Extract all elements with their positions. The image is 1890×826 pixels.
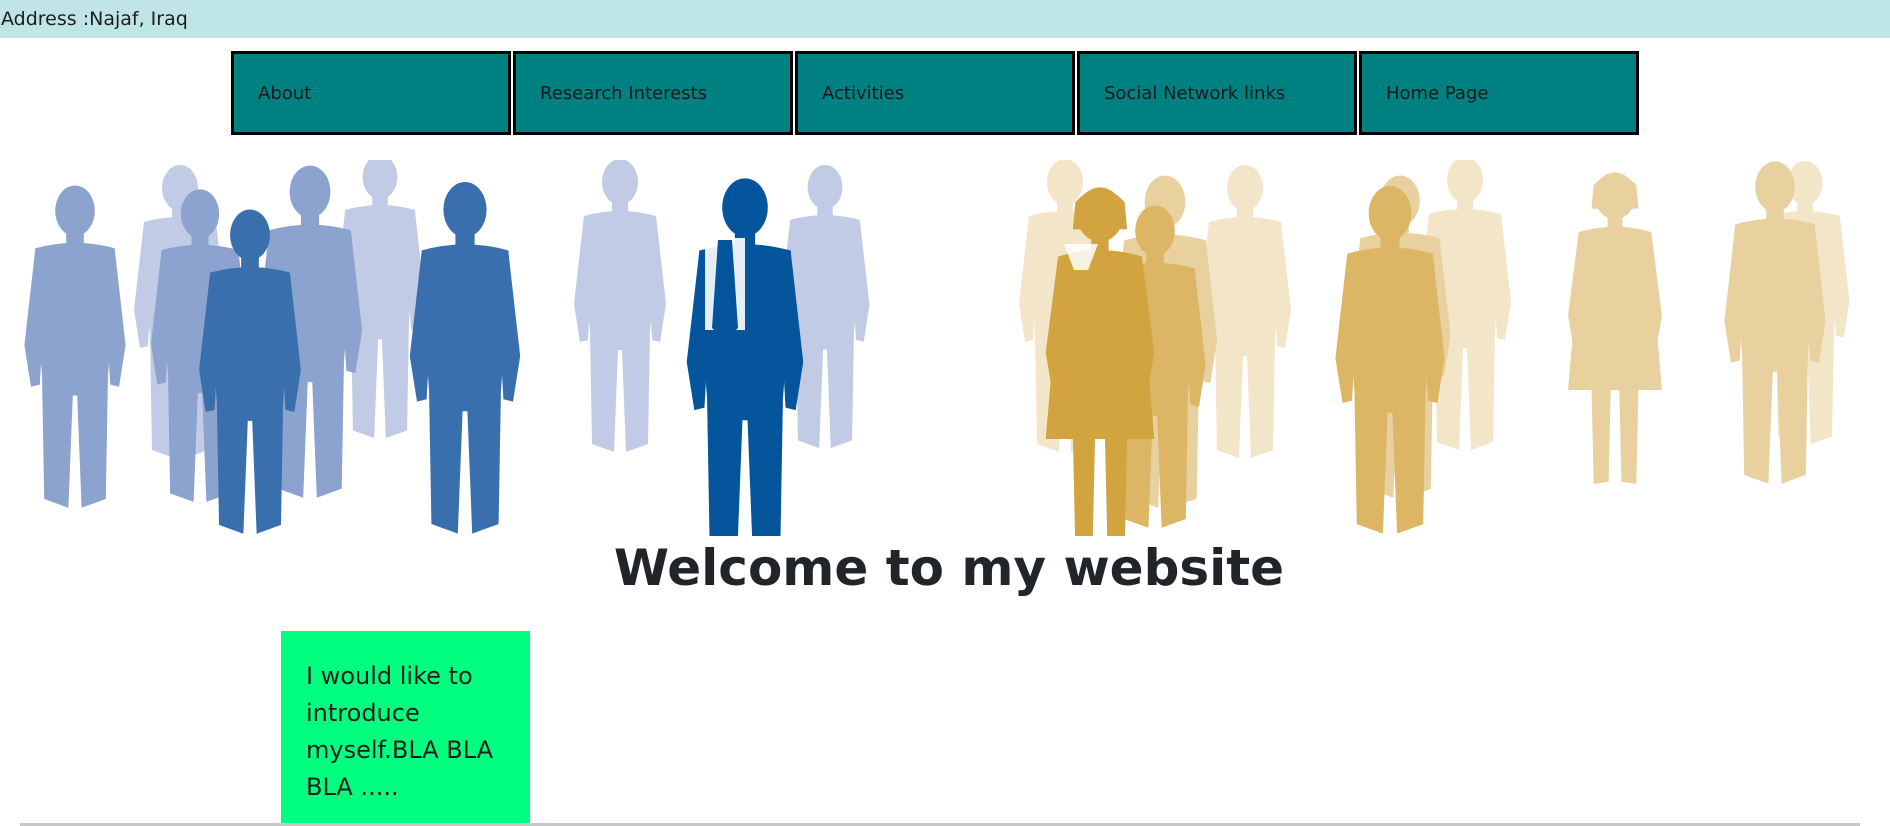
nav-item-activities[interactable]: Activities <box>795 51 1075 135</box>
nav-item-label: Research Interests <box>540 82 708 104</box>
nav-item-label: Activities <box>822 82 905 104</box>
nav-item-social-network-links[interactable]: Social Network links <box>1077 51 1357 135</box>
nav-item-research-interests[interactable]: Research Interests <box>513 51 793 135</box>
business-people-illustration <box>24 160 1850 536</box>
address-text: Address :Najaf, Iraq <box>1 8 188 30</box>
hero-image <box>0 160 1890 536</box>
intro-text: I would like to introduce myself.BLA BLA… <box>306 662 494 801</box>
nav-item-label: Social Network links <box>1104 82 1286 104</box>
address-bar: Address :Najaf, Iraq <box>0 0 1890 38</box>
nav-item-label: About <box>258 82 312 104</box>
nav-item-about[interactable]: About <box>231 51 511 135</box>
intro-card: I would like to introduce myself.BLA BLA… <box>281 631 530 826</box>
page: Address :Najaf, Iraq About Research Inte… <box>0 0 1890 826</box>
main-nav: About Research Interests Activities Soci… <box>231 51 1639 135</box>
nav-item-home-page[interactable]: Home Page <box>1359 51 1639 135</box>
nav-item-label: Home Page <box>1386 82 1489 104</box>
page-title: Welcome to my website <box>613 539 1285 597</box>
